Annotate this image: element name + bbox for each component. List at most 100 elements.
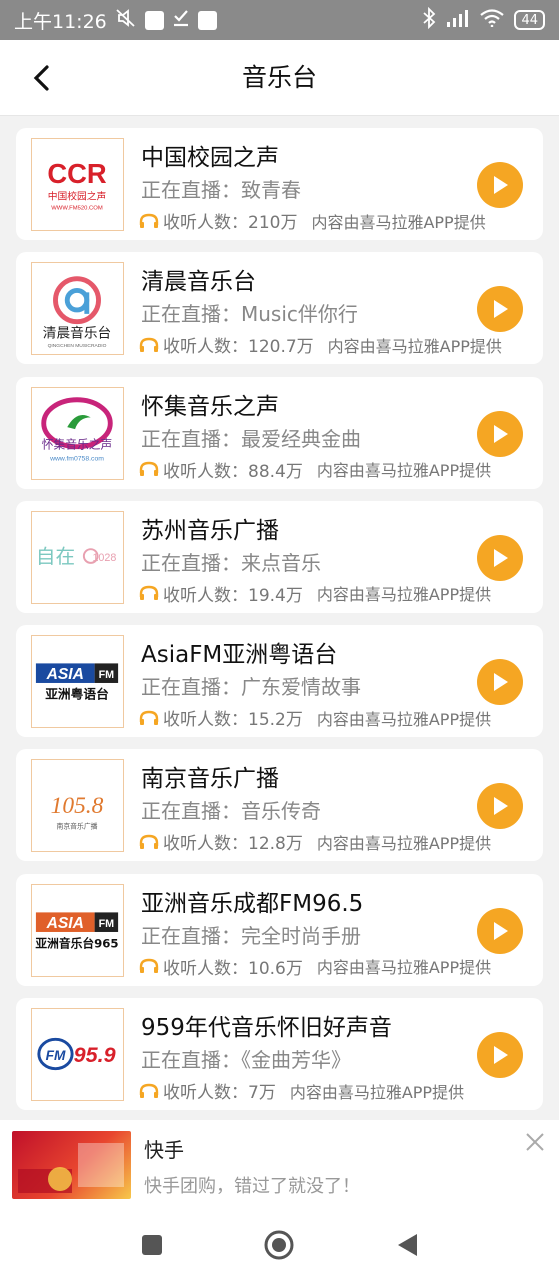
play-button[interactable] (477, 286, 523, 333)
content-source: 内容由喜马拉雅APP提供 (316, 461, 492, 481)
content-source: 内容由喜马拉雅APP提供 (316, 958, 492, 978)
system-nav-bar (0, 1210, 559, 1280)
headphones-icon (139, 337, 159, 352)
station-card[interactable]: 105.8 南京音乐广播 南京音乐广播 正在直播：音乐传奇 收听人数：12.8万… (16, 749, 543, 862)
station-logo: CCR 中国校园之声 WWW.FM520.COM (31, 138, 124, 231)
station-meta: 收听人数：210万 内容由喜马拉雅APP提供 (139, 208, 486, 233)
notification-icon (197, 10, 217, 30)
station-now-playing: 正在直播：音乐传奇 (141, 799, 321, 824)
station-logo: FM 95.9 (31, 1008, 124, 1102)
page-title: 音乐台 (241, 63, 317, 92)
station-meta: 收听人数：88.4万 内容由喜马拉雅APP提供 (139, 457, 491, 482)
station-card[interactable]: 怀集音乐之声 www.fm0758.com 怀集音乐之声 正在直播：最爱经典金曲… (16, 376, 543, 489)
download-done-icon (172, 8, 190, 33)
mute-icon (115, 8, 137, 33)
content-source: 内容由喜马拉雅APP提供 (311, 212, 486, 232)
station-name: 清晨音乐台 (141, 269, 256, 296)
logo-url: WWW.FM520.COM (51, 205, 103, 211)
logo-subtext: 亚洲粤语台 (45, 687, 109, 702)
logo-text: 怀集音乐之声 (42, 437, 112, 451)
play-button[interactable] (477, 410, 523, 457)
headphones-icon (139, 959, 159, 974)
logo-subtext: 1028 (92, 552, 116, 564)
station-name: 苏州音乐广播 (141, 517, 279, 544)
station-name: 南京音乐广播 (141, 766, 279, 793)
station-now-playing: 正在直播：来点音乐 (141, 550, 321, 575)
logo-subtext: 中国校园之声 (48, 190, 107, 203)
battery-indicator: 44 (514, 10, 545, 30)
station-logo: 清晨音乐台 QINGCHEN MUSICRADIO (31, 262, 124, 356)
bluetooth-icon (422, 6, 436, 34)
header: 音乐台 (0, 40, 559, 116)
station-name: AsiaFM亚洲粤语台 (141, 642, 338, 669)
station-logo: 自在 1028 (31, 510, 124, 604)
logo-text: CCR (47, 158, 107, 189)
play-button[interactable] (477, 162, 523, 208)
station-meta: 收听人数：15.2万 内容由喜马拉雅APP提供 (139, 705, 491, 730)
logo-text: FM (46, 1048, 66, 1063)
content-source: 内容由喜马拉雅APP提供 (327, 336, 502, 356)
headphones-icon (139, 586, 159, 601)
listener-count: 收听人数：210万 (163, 213, 298, 233)
ad-image[interactable] (12, 1131, 131, 1199)
square-icon (142, 1235, 162, 1255)
listener-count: 收听人数：120.7万 (163, 337, 314, 358)
station-meta: 收听人数：10.6万 内容由喜马拉雅APP提供 (139, 954, 491, 979)
station-logo: 105.8 南京音乐广播 (31, 759, 124, 853)
content-source: 内容由喜马拉雅APP提供 (316, 709, 492, 729)
ad-banner[interactable]: 快手 快手团购，错过了就没了！ (0, 1120, 559, 1210)
logo-subtext: 95.9 (74, 1043, 116, 1067)
ad-title: 快手 (144, 1138, 184, 1162)
station-name: 959年代音乐怀旧好声音 (141, 1015, 392, 1042)
close-icon (526, 1133, 544, 1151)
station-name: 怀集音乐之声 (141, 393, 279, 420)
content-source: 内容由喜马拉雅APP提供 (316, 833, 492, 853)
listener-count: 收听人数：12.8万 (163, 834, 303, 855)
play-button[interactable] (477, 783, 523, 830)
headphones-icon (139, 461, 159, 477)
recents-button[interactable] (135, 1228, 169, 1262)
logo-fm: FM (99, 669, 115, 681)
listener-count: 收听人数：10.6万 (163, 958, 303, 979)
play-icon (494, 424, 508, 443)
station-card[interactable]: ASIA FM 亚洲音乐台965 亚洲音乐成都FM96.5 正在直播：完全时尚手… (16, 873, 543, 986)
listener-count: 收听人数：19.4万 (163, 585, 303, 606)
station-now-playing: 正在直播：完全时尚手册 (141, 923, 361, 948)
play-button[interactable] (477, 659, 523, 706)
station-card[interactable]: 自在 1028 苏州音乐广播 正在直播：来点音乐 收听人数：19.4万 内容由喜… (16, 500, 543, 613)
station-now-playing: 正在直播：《金曲芳华》 (141, 1048, 351, 1073)
headphones-icon (139, 710, 159, 725)
ad-description: 快手团购，错过了就没了！ (144, 1176, 360, 1197)
battery-level: 44 (521, 12, 538, 28)
station-name: 亚洲音乐成都FM96.5 (141, 890, 364, 917)
play-icon (494, 1046, 508, 1065)
station-now-playing: 正在直播：广东爱情故事 (141, 675, 361, 700)
station-card[interactable]: CCR 中国校园之声 WWW.FM520.COM 中国校园之声 正在直播：致青春… (16, 128, 543, 240)
logo-text: 清晨音乐台 (43, 325, 111, 342)
back-nav-button[interactable] (390, 1228, 424, 1262)
station-card[interactable]: FM 95.9 959年代音乐怀旧好声音 正在直播：《金曲芳华》 收听人数：7万… (16, 998, 543, 1111)
station-card[interactable]: ASIA FM 亚洲粤语台 AsiaFM亚洲粤语台 正在直播：广东爱情故事 收听… (16, 625, 543, 738)
station-card[interactable]: 清晨音乐台 QINGCHEN MUSICRADIO 清晨音乐台 正在直播：Mus… (16, 252, 543, 365)
play-button[interactable] (477, 1032, 523, 1079)
logo-text: 105.8 (51, 793, 104, 819)
station-logo: ASIA FM 亚洲粤语台 (31, 635, 124, 729)
play-icon (494, 797, 508, 816)
play-button[interactable] (477, 907, 523, 954)
logo-url: www.fm0758.com (49, 455, 104, 462)
station-meta: 收听人数：12.8万 内容由喜马拉雅APP提供 (139, 829, 491, 854)
station-now-playing: 正在直播：最爱经典金曲 (141, 426, 361, 451)
station-meta: 收听人数：7万 内容由喜马拉雅APP提供 (139, 1078, 464, 1103)
play-icon (494, 548, 508, 567)
close-ad-button[interactable] (523, 1130, 547, 1154)
logo-text: ASIA (46, 915, 84, 932)
content-source: 内容由喜马拉雅APP提供 (316, 585, 492, 605)
play-button[interactable] (477, 534, 523, 581)
home-button[interactable] (262, 1228, 296, 1262)
play-icon (494, 176, 508, 194)
listener-count: 收听人数：88.4万 (163, 461, 303, 482)
home-circle-icon (264, 1230, 294, 1260)
station-now-playing: 正在直播：致青春 (141, 178, 301, 202)
listener-count: 收听人数：7万 (163, 1083, 276, 1104)
play-icon (494, 673, 508, 692)
